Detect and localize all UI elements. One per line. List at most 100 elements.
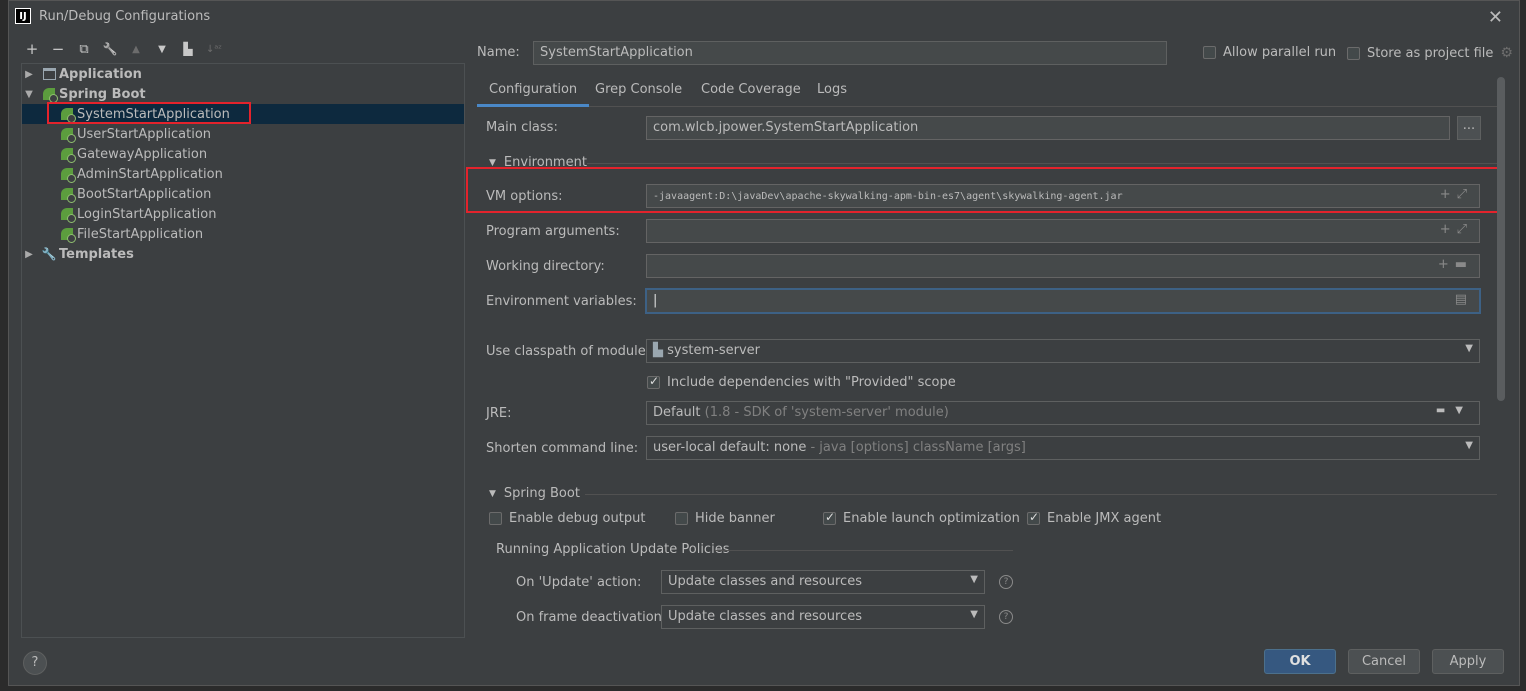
spring-boot-app-icon [60,207,76,223]
checkbox-box[interactable] [823,510,836,525]
checkbox-box[interactable] [1347,46,1360,60]
tab-grep-console[interactable]: Grep Console [583,75,694,107]
enable-debug-output-label: Enable debug output [509,511,646,526]
spring-boot-section-header[interactable]: ▼ Spring Boot [489,486,580,501]
checkbox-box[interactable] [1203,46,1216,59]
dialog-button-bar: ? OK Cancel Apply [9,641,1519,687]
tree-node-spring-boot[interactable]: ▼ Spring Boot [22,84,464,104]
tree-item-label: LoginStartApplication [77,206,217,222]
section-divider [585,494,1497,495]
tab-configuration[interactable]: Configuration [477,75,590,107]
enable-jmx-agent-checkbox[interactable]: Enable JMX agent [1027,510,1162,526]
checkbox-box[interactable] [675,512,688,525]
expand-arrow-icon[interactable]: ▶ [24,69,34,80]
wrench-icon[interactable]: 🔧 [101,40,119,58]
tree-item-loginstartapplication[interactable]: LoginStartApplication [22,204,464,224]
name-input[interactable]: SystemStartApplication [533,41,1167,65]
move-up-icon[interactable]: ▲ [127,40,145,58]
tree-node-application[interactable]: ▶ Application [22,64,464,84]
sort-icon[interactable]: ↓ᵃᶻ [205,40,223,58]
section-divider [587,163,1497,164]
on-frame-deactivation-select[interactable]: Update classes and resources ▼ [661,605,985,629]
move-down-icon[interactable]: ▼ [153,40,171,58]
working-directory-input[interactable]: +▬ [646,254,1480,278]
folder-icon[interactable]: ▙ [179,40,197,58]
chevron-down-icon[interactable]: ▼ [970,574,978,585]
classpath-module-value: system-server [667,343,760,358]
wrench-icon: 🔧 [41,247,57,261]
classpath-module-select[interactable]: ▙ system-server ▼ [646,339,1480,363]
tree-item-bootstartapplication[interactable]: BootStartApplication [22,184,464,204]
on-update-select[interactable]: Update classes and resources ▼ [661,570,985,594]
help-icon[interactable]: ? [999,610,1013,624]
folder-chevron-icons[interactable]: ▬▼ [1436,405,1473,416]
ok-button[interactable]: OK [1264,649,1336,674]
checkbox-box[interactable] [647,374,660,389]
edit-env-icon[interactable]: ▤ [1455,292,1473,307]
spring-boot-app-icon [60,187,76,203]
environment-variables-input[interactable]: | ▤ [645,288,1481,314]
highlight-box-selected-config [47,102,251,124]
enable-debug-output-checkbox[interactable]: Enable debug output [489,511,645,526]
help-button[interactable]: ? [23,651,47,675]
checkbox-box[interactable] [1027,510,1040,525]
checkbox-box[interactable] [489,512,502,525]
tree-item-userstartapplication[interactable]: UserStartApplication [22,124,464,144]
tab-logs[interactable]: Logs [805,75,859,107]
collapse-arrow-icon[interactable]: ▼ [489,489,496,499]
expand-arrow-icon[interactable]: ▶ [24,249,34,260]
tree-item-filestartapplication[interactable]: FileStartApplication [22,224,464,244]
tree-label-templates: Templates [59,246,134,262]
tab-code-coverage[interactable]: Code Coverage [689,75,813,107]
shorten-command-line-select[interactable]: user-local default: none - java [options… [646,436,1480,460]
enable-jmx-agent-label: Enable JMX agent [1047,511,1162,526]
apply-button[interactable]: Apply [1432,649,1504,674]
shorten-hint: - java [options] className [args] [810,440,1026,455]
spring-boot-section-title: Spring Boot [503,486,580,501]
spring-boot-app-icon [60,127,76,143]
gear-icon[interactable]: ⚙ [1500,45,1513,61]
editor-background-strip [0,0,8,691]
on-update-value: Update classes and resources [668,574,862,589]
classpath-module-label: Use classpath of module: [486,344,651,359]
chevron-down-icon[interactable]: ▼ [1465,343,1473,354]
chevron-down-icon[interactable]: ▼ [970,609,978,620]
shorten-value: user-local default: none [653,440,807,455]
shorten-command-line-label: Shorten command line: [486,441,639,456]
collapse-arrow-icon[interactable]: ▼ [24,89,34,100]
chevron-down-icon[interactable]: ▼ [1465,440,1473,451]
enable-launch-optimization-checkbox[interactable]: Enable launch optimization [823,510,1020,526]
tree-item-label: AdminStartApplication [77,166,223,182]
jre-select[interactable]: Default (1.8 - SDK of 'system-server' mo… [646,401,1480,425]
title-bar: IJ Run/Debug Configurations ✕ [9,1,1519,31]
on-update-label: On 'Update' action: [516,575,642,590]
vertical-scrollbar[interactable] [1497,77,1505,401]
collapse-arrow-icon[interactable]: ▼ [489,158,496,168]
allow-parallel-run-checkbox[interactable]: Allow parallel run [1203,45,1336,60]
help-icon[interactable]: ? [999,575,1013,589]
tree-item-gatewayapplication[interactable]: GatewayApplication [22,144,464,164]
tree-item-label: GatewayApplication [77,146,208,162]
store-as-project-file-checkbox[interactable]: Store as project file ⚙ [1347,45,1513,61]
add-icon[interactable]: + [23,40,41,58]
spring-boot-app-icon [60,227,76,243]
tree-node-templates[interactable]: ▶ 🔧 Templates [22,244,464,264]
copy-icon[interactable]: ⧉ [75,40,93,58]
remove-icon[interactable]: − [49,40,67,58]
include-provided-deps-checkbox[interactable]: Include dependencies with "Provided" sco… [647,374,956,390]
text-caret: | [653,293,658,308]
program-arguments-label: Program arguments: [486,224,620,239]
close-icon[interactable]: ✕ [1488,7,1503,28]
config-toolbar: + − ⧉ 🔧 ▲ ▼ ▙ ↓ᵃᶻ [23,39,223,59]
tree-item-label: FileStartApplication [77,226,204,242]
cancel-button[interactable]: Cancel [1348,649,1420,674]
browse-main-class-button[interactable]: ... [1457,116,1481,140]
expand-field-icons[interactable]: +⤢ [1440,222,1473,237]
hide-banner-checkbox[interactable]: Hide banner [675,511,775,526]
program-arguments-input[interactable]: +⤢ [646,219,1480,243]
tree-item-label: UserStartApplication [77,126,212,142]
section-divider [715,550,1013,551]
folder-browse-icons[interactable]: +▬ [1438,257,1473,272]
tree-item-adminstartapplication[interactable]: AdminStartApplication [22,164,464,184]
main-class-input[interactable]: com.wlcb.jpower.SystemStartApplication [646,116,1450,140]
